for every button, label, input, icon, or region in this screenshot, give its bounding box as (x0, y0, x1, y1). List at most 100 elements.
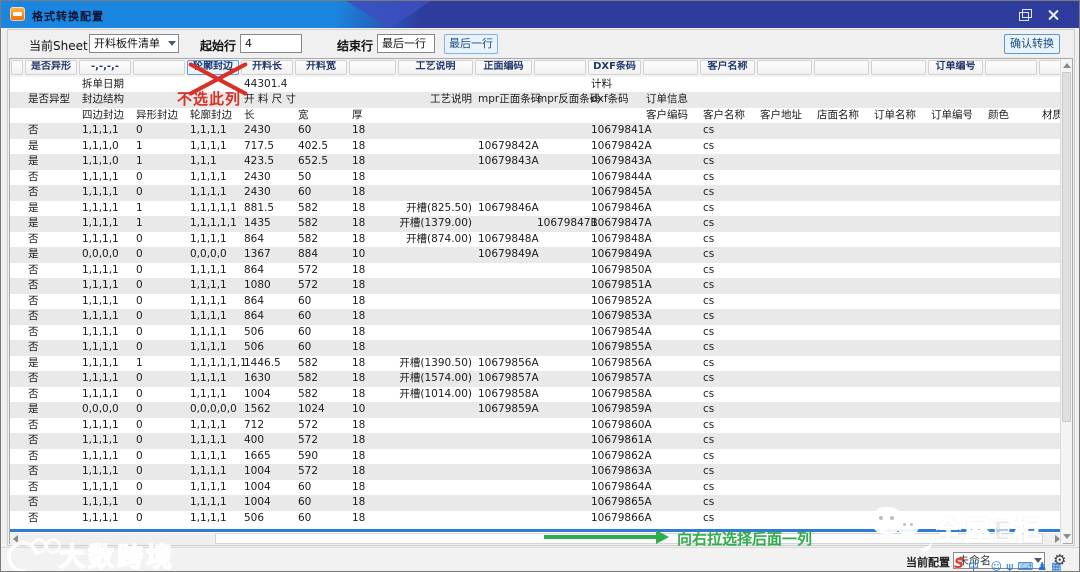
ime-icon[interactable]: ’ (983, 560, 987, 572)
cell (927, 449, 984, 465)
cell (756, 464, 813, 480)
column-mapping-dropdown[interactable]: 工艺说明 (398, 60, 473, 76)
column-mapping-dropdown[interactable] (643, 60, 698, 76)
scroll-up-icon[interactable] (1063, 63, 1071, 68)
cell (533, 170, 587, 186)
table-row[interactable]: 否 1,1,1,1 0 1,1,1,1 2430 60 18 10679845A cs (10, 185, 1063, 201)
table-row[interactable]: 否 1,1,1,1 0 1,1,1,1 506 60 18 10679855A cs (10, 340, 1063, 356)
preview-row[interactable]: 是否异型 封边结构 开 料 尺 寸 工艺说明 mpr正面条码 mpr反面条码 dxf条码 订单… (10, 92, 1063, 108)
ime-icon[interactable]: ψ (1006, 560, 1013, 572)
column-mapping-dropdown[interactable]: 订单编号 (928, 60, 983, 76)
column-mapping-dropdown[interactable]: 正面编码 (475, 60, 532, 76)
cell (474, 309, 533, 325)
column-mapping-dropdown[interactable] (11, 60, 23, 76)
table-row[interactable]: 否 1,1,1,1 0 1,1,1,1 1004 60 18 10679865A cs (10, 495, 1063, 511)
cell (870, 418, 927, 434)
column-mapping-dropdown[interactable]: 是否异形 (25, 60, 77, 76)
cell (984, 77, 1038, 93)
cell: cs (703, 356, 715, 369)
table-row[interactable]: 是 0,0,0,0 0 0,0,0,0 1367 884 10 10679849A 106798… (10, 247, 1063, 263)
table-row[interactable]: 是 1,1,1,1 1 1,1,1,1,1,1 1446.5 582 18 开槽(1390.5… (10, 355, 1063, 371)
confirm-convert-button[interactable]: 确认转换 (1004, 34, 1060, 54)
table-row[interactable]: 否 1,1,1,1 0 1,1,1,1 506 60 18 10679866A cs (10, 510, 1063, 526)
cell (756, 325, 813, 341)
column-mapping-dropdown[interactable]: DXF条码 (588, 60, 641, 76)
table-row[interactable]: 否 1,1,1,1 0 1,1,1,1 2430 60 18 10679841A cs (10, 123, 1063, 139)
table-row[interactable]: 否 1,1,1,1 0 1,1,1,1 864 60 18 10679853A cs (10, 309, 1063, 325)
input-method-bar[interactable]: S 中 ’ ☺ ψ ⌨ ♟ ▦ (954, 555, 1066, 572)
cell: cs (703, 155, 715, 167)
column-mapping-dropdown[interactable]: 开料宽 (295, 60, 347, 76)
column-mapping-dropdown[interactable] (349, 60, 396, 76)
table-row[interactable]: 否 1,1,1,1 0 1,1,1,1 864 582 18 开槽(874.00) 106798… (10, 231, 1063, 247)
input-method-icons[interactable]: 中 ’ ☺ ψ ⌨ ♟ ▦ (968, 555, 1065, 572)
table-row[interactable]: 否 1,1,1,1 0 1,1,1,1 1004 60 18 10679864A cs (10, 479, 1063, 495)
ime-icon[interactable]: 中 (968, 560, 979, 572)
start-row-input[interactable]: 4 (240, 34, 302, 53)
cell: 否 (28, 279, 39, 291)
cell (756, 433, 813, 449)
table-row[interactable]: 否 1,1,1,1 0 1,1,1,1 400 572 18 10679861A cs (10, 433, 1063, 449)
cell (870, 495, 927, 511)
sogou-logo-icon[interactable]: S (954, 556, 964, 571)
cell: cs (703, 232, 715, 245)
table-row[interactable]: 否 1,1,1,1 0 1,1,1,1 1004 572 18 10679863A cs (10, 464, 1063, 480)
table-row[interactable]: 否 1,1,1,1 0 1,1,1,1 864 60 18 10679852A cs (10, 293, 1063, 309)
vertical-scrollbar[interactable] (1060, 59, 1072, 543)
horizontal-scrollbar[interactable] (10, 533, 1063, 544)
cell (533, 263, 587, 279)
cell: 18 (352, 279, 366, 291)
table-row[interactable]: 是 0,0,0,0 0 0,0,0,0,0 1562 1024 10 10679859A 106… (10, 402, 1063, 418)
restore-window-icon[interactable] (1014, 8, 1032, 22)
column-mapping-dropdown[interactable]: -,-,-,- (79, 60, 131, 76)
last-row-button[interactable]: 最后一行 (444, 34, 498, 54)
cell: 10679846A (591, 201, 652, 214)
ime-icon[interactable]: ▦ (1051, 560, 1061, 572)
table-row[interactable]: 是 1,1,1,1 1 1,1,1,1,1 1435 582 18 开槽(1379.00) 10… (10, 216, 1063, 232)
cell (927, 278, 984, 294)
table-row[interactable]: 否 1,1,1,1 0 1,1,1,1 712 572 18 10679860A cs (10, 417, 1063, 434)
preview-row[interactable]: 四边封边 异形封边 轮廓封边长 宽 厚 客户编码 客户名称 客户地址 店面名称 订单名称 订单编号 颜… (10, 107, 1063, 123)
scroll-left-icon[interactable] (13, 535, 18, 543)
cell: 10679862A (591, 449, 652, 462)
cell: 2430 (244, 170, 271, 183)
column-mapping-dropdown[interactable]: 客户名称 (700, 60, 755, 76)
cell (984, 154, 1038, 170)
cell: 计料 (591, 77, 612, 90)
cell (927, 433, 984, 449)
table-row[interactable]: 是 1,1,1,0 1 1,1,1,1 717.5 402.5 18 10679842A 106… (10, 138, 1063, 154)
column-mapping-dropdown[interactable] (534, 60, 586, 76)
column-mapping-dropdown[interactable]: 开料长 (241, 60, 293, 76)
column-mapping-dropdown[interactable] (757, 60, 812, 76)
table-row[interactable]: 否 1,1,1,1 0 1,1,1,1 506 60 18 10679854A cs (10, 324, 1063, 341)
ime-icon[interactable]: ☺ (991, 560, 1002, 572)
column-mapping-dropdown[interactable] (133, 60, 185, 76)
column-mapping-dropdown[interactable] (985, 60, 1037, 76)
table-row[interactable]: 是 1,1,1,1 1 1,1,1,1,1 881.5 582 18 开槽(825.50) 10… (10, 200, 1063, 216)
scroll-down-icon[interactable] (1063, 534, 1071, 539)
column-mapping-dropdown[interactable] (871, 60, 926, 76)
sheet-select[interactable]: 开料板件清单 (89, 34, 179, 53)
cell: 客户地址 (760, 108, 802, 121)
vertical-scroll-thumb[interactable] (1062, 72, 1071, 422)
table-row[interactable]: 否 1,1,1,1 0 1,1,1,1 864 572 18 10679850A cs (10, 262, 1063, 279)
cell: 60 (298, 341, 312, 353)
table-row[interactable]: 否 1,1,1,1 0 1,1,1,1 1004 582 18 开槽(1014.00) 1067… (10, 386, 1063, 402)
column-mapping-dropdown[interactable] (814, 60, 869, 76)
table-row[interactable]: 否 1,1,1,1 0 1,1,1,1 1665 590 18 10679862A cs (10, 448, 1063, 465)
preview-row[interactable]: 拆单日期 44301.4 计料 (10, 76, 1063, 93)
column-mapping-dropdown[interactable]: 轮廓封边 (187, 60, 239, 76)
table-row[interactable]: 否 1,1,1,1 0 1,1,1,1 2430 50 18 10679844A cs (10, 169, 1063, 186)
cell: 10679853A (591, 310, 652, 322)
column-mapping-dropdown[interactable] (1039, 60, 1062, 76)
cell (533, 371, 587, 387)
cell: dxf条码 (591, 93, 629, 105)
end-row-input[interactable]: 最后一行 (377, 34, 435, 53)
ime-icon[interactable]: ⌨ (1017, 560, 1033, 572)
close-window-icon[interactable] (1044, 8, 1062, 22)
ime-icon[interactable]: ♟ (1037, 560, 1047, 572)
cell (870, 247, 927, 263)
table-row[interactable]: 否 1,1,1,1 0 1,1,1,1 1080 572 18 10679851A cs (10, 278, 1063, 294)
table-row[interactable]: 是 1,1,1,0 1 1,1,1 423.5 652.5 18 10679843A 10679… (10, 154, 1063, 170)
table-row[interactable]: 否 1,1,1,1 0 1,1,1,1 1630 582 18 开槽(1574.00) 1067… (10, 371, 1063, 387)
